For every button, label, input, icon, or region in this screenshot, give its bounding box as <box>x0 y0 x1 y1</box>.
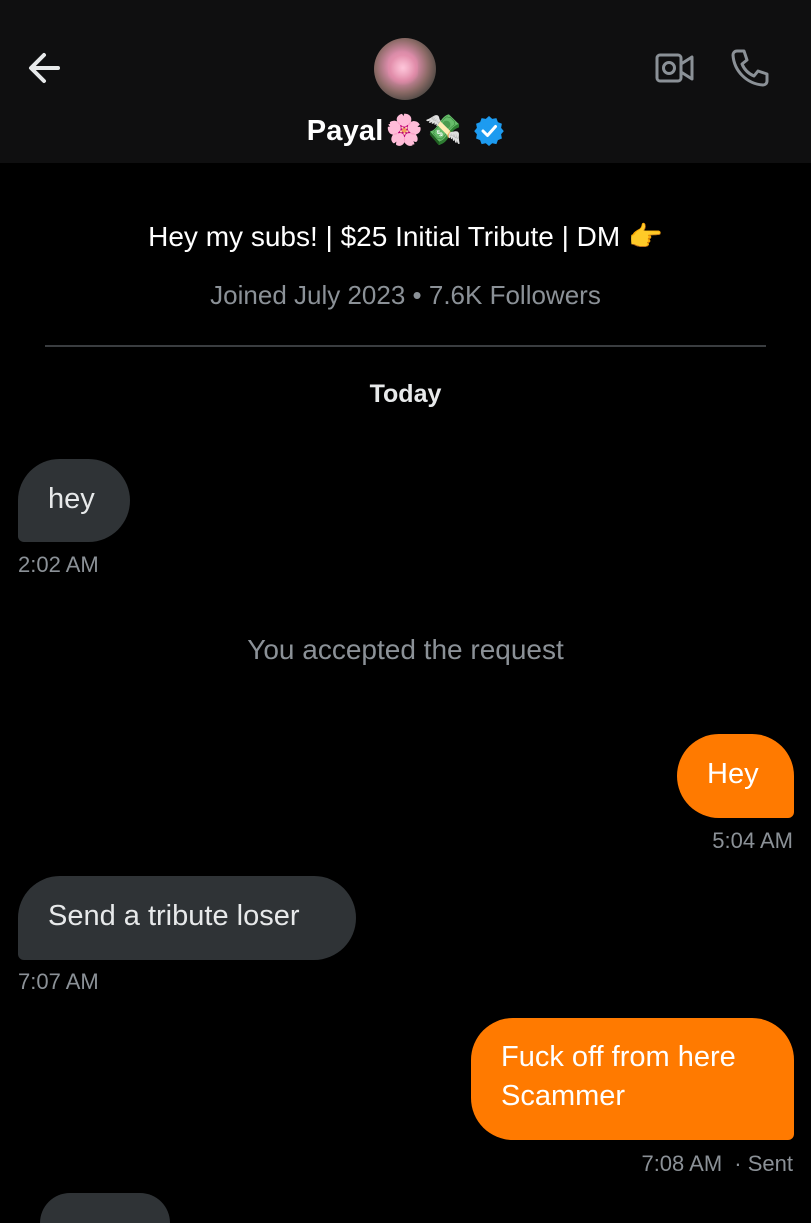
phone-icon[interactable] <box>728 46 772 90</box>
message-text: Fuck off from here Scammer <box>501 1041 736 1112</box>
message-timestamp: 2:02 AM <box>18 552 99 577</box>
message-text: hey <box>48 483 95 515</box>
message-timestamp: 5:04 AM <box>712 828 793 853</box>
message-meta: 7:08 AM · Sent <box>480 1151 793 1177</box>
message-timestamp: 7:07 AM <box>18 969 99 994</box>
incoming-message-bubble[interactable]: hey <box>18 459 130 542</box>
day-separator: Today <box>369 380 442 408</box>
profile-meta: Joined July 2023 • 7.6K Followers <box>210 280 601 310</box>
divider <box>45 345 766 347</box>
message-timestamp: 7:08 AM <box>641 1151 723 1176</box>
back-arrow-icon[interactable] <box>24 48 68 88</box>
avatar[interactable] <box>374 38 436 100</box>
verified-badge-icon <box>474 116 505 146</box>
profile-bio: Hey my subs! | $25 Initial Tribute | DM … <box>148 221 663 252</box>
message-status: · Sent <box>734 1151 793 1176</box>
incoming-message-bubble-partial <box>40 1193 170 1223</box>
contact-name: Payal <box>306 114 384 147</box>
conversation-header: Payal 🌸 💸 <box>0 0 811 163</box>
message-text: Hey <box>707 758 759 790</box>
incoming-message-bubble[interactable]: Send a tribute loser <box>18 876 356 960</box>
video-call-icon[interactable] <box>654 48 696 88</box>
outgoing-message-bubble[interactable]: Hey <box>677 734 794 818</box>
outgoing-message-bubble[interactable]: Fuck off from here Scammer <box>471 1018 794 1140</box>
system-message: You accepted the request <box>247 634 564 665</box>
contact-name-row[interactable]: Payal 🌸 💸 <box>0 108 811 154</box>
cherry-blossom-emoji: 🌸 <box>385 113 423 148</box>
message-text: Send a tribute loser <box>48 900 300 932</box>
money-with-wings-emoji: 💸 <box>424 113 463 148</box>
